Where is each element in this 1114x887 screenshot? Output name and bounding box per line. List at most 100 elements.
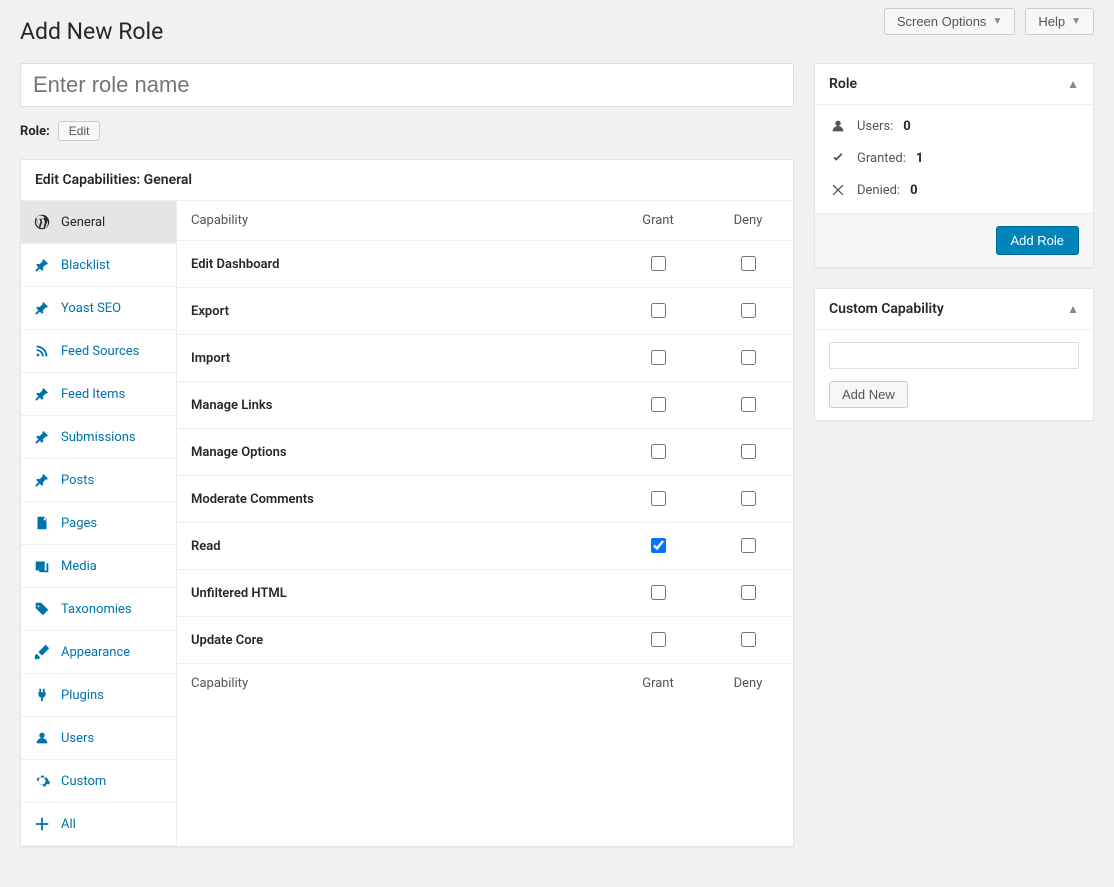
tab-taxonomies[interactable]: Taxonomies (21, 588, 176, 631)
x-icon (829, 181, 847, 199)
collapse-toggle-icon[interactable]: ▲ (1067, 302, 1079, 316)
media-icon (33, 557, 51, 575)
tab-appearance[interactable]: Appearance (21, 631, 176, 674)
tab-label: Yoast SEO (61, 301, 164, 316)
deny-checkbox[interactable] (741, 585, 756, 600)
capability-row: Moderate Comments (177, 476, 793, 523)
tab-all[interactable]: All (21, 803, 176, 846)
screen-options-button[interactable]: Screen Options ▼ (884, 8, 1016, 35)
tab-label: General (61, 215, 164, 230)
role-summary-box: Role ▲ Users: 0 Granted: 1 (814, 63, 1094, 268)
pin-icon (33, 385, 51, 403)
tab-blacklist[interactable]: Blacklist (21, 244, 176, 287)
pin-icon (33, 256, 51, 274)
plus-icon (33, 815, 51, 833)
pin-icon (33, 299, 51, 317)
deny-checkbox[interactable] (741, 538, 756, 553)
grant-checkbox[interactable] (651, 632, 666, 647)
tab-posts[interactable]: Posts (21, 459, 176, 502)
role-slug-label: Role: (20, 124, 50, 139)
capability-name: Read (177, 527, 613, 566)
capability-tabs: General Blacklist Yoast SEO Feed Sources Fee… (21, 201, 177, 846)
tab-submissions[interactable]: Submissions (21, 416, 176, 459)
capability-row: Export (177, 288, 793, 335)
tab-custom[interactable]: Custom (21, 760, 176, 803)
tab-label: Users (61, 731, 164, 746)
capability-name: Unfiltered HTML (177, 574, 613, 613)
custom-capability-input[interactable] (829, 342, 1079, 369)
col-footer-deny: Deny (703, 664, 793, 703)
help-label: Help (1038, 14, 1065, 29)
user-icon (33, 729, 51, 747)
rss-icon (33, 342, 51, 360)
tab-label: Media (61, 559, 164, 574)
tab-media[interactable]: Media (21, 545, 176, 588)
tab-label: Posts (61, 473, 164, 488)
tab-feed-items[interactable]: Feed Items (21, 373, 176, 416)
custom-capability-title: Custom Capability (829, 301, 944, 317)
capability-row: Manage Links (177, 382, 793, 429)
grant-checkbox[interactable] (651, 491, 666, 506)
tab-label: Plugins (61, 688, 164, 703)
capability-name: Update Core (177, 621, 613, 660)
grant-checkbox[interactable] (651, 256, 666, 271)
grant-checkbox[interactable] (651, 350, 666, 365)
add-new-capability-button[interactable]: Add New (829, 381, 908, 408)
tab-label: Submissions (61, 430, 164, 445)
deny-checkbox[interactable] (741, 303, 756, 318)
capability-name: Manage Options (177, 433, 613, 472)
capability-name: Import (177, 339, 613, 378)
tab-feed-sources[interactable]: Feed Sources (21, 330, 176, 373)
col-header-deny: Deny (703, 201, 793, 240)
deny-checkbox[interactable] (741, 350, 756, 365)
deny-checkbox[interactable] (741, 397, 756, 412)
role-stat-users: Users: 0 (829, 117, 1079, 135)
deny-checkbox[interactable] (741, 256, 756, 271)
help-button[interactable]: Help ▼ (1025, 8, 1094, 35)
role-name-input[interactable] (20, 63, 794, 107)
tab-label: Pages (61, 516, 164, 531)
pin-icon (33, 428, 51, 446)
tab-label: Feed Items (61, 387, 164, 402)
grant-checkbox[interactable] (651, 538, 666, 553)
plug-icon (33, 686, 51, 704)
capability-row: Edit Dashboard (177, 241, 793, 288)
grant-checkbox[interactable] (651, 585, 666, 600)
col-footer-grant: Grant (613, 664, 703, 703)
deny-checkbox[interactable] (741, 491, 756, 506)
grant-checkbox[interactable] (651, 303, 666, 318)
capabilities-panel: Edit Capabilities: General General Blackl… (20, 159, 794, 847)
custom-capability-box: Custom Capability ▲ Add New (814, 288, 1094, 421)
tab-pages[interactable]: Pages (21, 502, 176, 545)
capability-name: Edit Dashboard (177, 245, 613, 284)
capability-row: Import (177, 335, 793, 382)
capability-row: Manage Options (177, 429, 793, 476)
gear-icon (33, 772, 51, 790)
tab-yoast[interactable]: Yoast SEO (21, 287, 176, 330)
edit-role-slug-button[interactable]: Edit (58, 121, 101, 141)
role-stat-denied: Denied: 0 (829, 181, 1079, 199)
page-icon (33, 514, 51, 532)
tab-label: Appearance (61, 645, 164, 660)
user-icon (829, 117, 847, 135)
tab-users[interactable]: Users (21, 717, 176, 760)
grant-checkbox[interactable] (651, 444, 666, 459)
tab-label: Taxonomies (61, 602, 164, 617)
grant-checkbox[interactable] (651, 397, 666, 412)
capability-name: Manage Links (177, 386, 613, 425)
capability-row: Update Core (177, 617, 793, 664)
deny-checkbox[interactable] (741, 632, 756, 647)
tab-general[interactable]: General (21, 201, 176, 244)
tab-label: Feed Sources (61, 344, 164, 359)
chevron-down-icon: ▼ (992, 16, 1002, 27)
capabilities-panel-title: Edit Capabilities: General (21, 160, 793, 201)
tag-icon (33, 600, 51, 618)
tab-plugins[interactable]: Plugins (21, 674, 176, 717)
check-icon (829, 149, 847, 167)
add-role-button[interactable]: Add Role (996, 226, 1079, 255)
col-header-grant: Grant (613, 201, 703, 240)
capability-name: Moderate Comments (177, 480, 613, 519)
capability-table: Capability Grant Deny Edit DashboardExpo… (177, 201, 793, 846)
collapse-toggle-icon[interactable]: ▲ (1067, 77, 1079, 91)
deny-checkbox[interactable] (741, 444, 756, 459)
